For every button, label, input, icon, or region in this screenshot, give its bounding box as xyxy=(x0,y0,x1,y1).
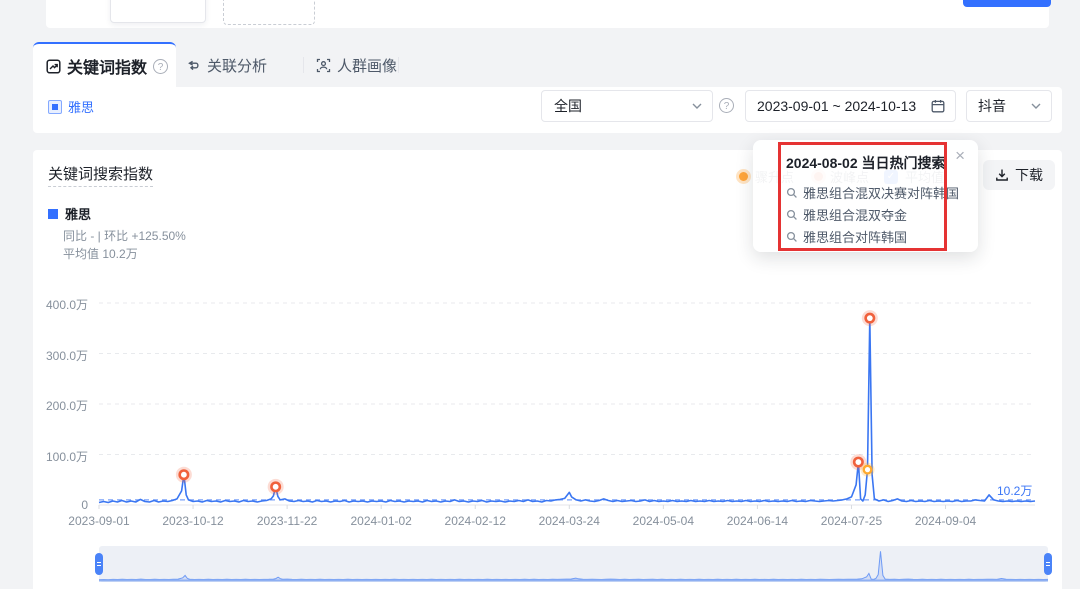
tab-relation-analysis[interactable]: 关联分析 xyxy=(186,42,267,88)
region-select-value: 全国 xyxy=(554,96,582,116)
trend-icon xyxy=(46,59,61,74)
y-axis-label: 400.0万 xyxy=(30,296,88,313)
surge-dot-icon xyxy=(739,172,748,181)
x-axis-label: 2023-11-22 xyxy=(242,514,332,528)
top-select-partial[interactable] xyxy=(110,0,206,23)
series-average: 平均值 10.2万 xyxy=(63,245,138,262)
x-axis-label: 2024-07-25 xyxy=(806,514,896,528)
x-axis-label: 2023-10-12 xyxy=(148,514,238,528)
region-select[interactable]: 全国 xyxy=(541,90,713,122)
tab-keyword-index[interactable]: 关键词指数 ? xyxy=(33,42,176,88)
tab-divider xyxy=(398,57,399,73)
brush-handle-left[interactable] xyxy=(95,553,103,575)
tab-audience-portrait[interactable]: 人群画像 xyxy=(316,42,397,88)
timeline-brush[interactable] xyxy=(99,546,1048,582)
series-legend[interactable]: 雅思 xyxy=(48,204,91,223)
audience-icon xyxy=(316,58,331,73)
keyword-chip[interactable]: 雅思 xyxy=(48,97,94,116)
average-value-label: 10.2万 xyxy=(997,482,1032,499)
brush-minimap xyxy=(99,546,1048,582)
brush-handle-right[interactable] xyxy=(1044,553,1052,575)
series-name: 雅思 xyxy=(65,204,91,223)
brush-line xyxy=(99,551,1048,579)
keyword-chip-label: 雅思 xyxy=(68,97,94,116)
x-axis-label: 2024-03-24 xyxy=(524,514,614,528)
tab-label: 关联分析 xyxy=(207,55,267,76)
y-axis-label: 0 xyxy=(30,498,88,512)
page: 关键词指数 ? 关联分析 人群画像 雅思 全国 ? 2023-09-01 ~ 2… xyxy=(0,0,1080,589)
brush-area xyxy=(99,551,1048,580)
x-axis-label: 2023-09-01 xyxy=(54,514,144,528)
calendar-icon xyxy=(931,99,945,113)
chevron-down-icon xyxy=(692,103,702,109)
platform-select-value: 抖音 xyxy=(978,96,1006,116)
series-color-swatch xyxy=(48,209,58,219)
download-button[interactable]: 下载 xyxy=(983,160,1055,190)
tab-label: 关键词指数 xyxy=(67,54,147,78)
tab-label: 人群画像 xyxy=(337,55,397,76)
x-axis-label: 2024-09-04 xyxy=(901,514,991,528)
x-axis-label: 2024-02-12 xyxy=(430,514,520,528)
download-icon xyxy=(995,168,1009,182)
top-dashed-add-button-partial[interactable] xyxy=(223,0,315,25)
help-icon[interactable]: ? xyxy=(719,98,734,113)
series-comparison: 同比 - | 环比 +125.50% xyxy=(63,227,186,244)
date-range-input[interactable]: 2023-09-01 ~ 2024-10-13 xyxy=(745,90,956,122)
relation-icon xyxy=(186,58,201,73)
chevron-down-icon xyxy=(1031,103,1041,109)
x-axis-label: 2024-05-04 xyxy=(618,514,708,528)
x-axis-label: 2024-01-02 xyxy=(336,514,426,528)
tab-divider xyxy=(303,57,304,73)
chart-title: 关键词搜索指数 xyxy=(48,163,153,187)
primary-action-button[interactable] xyxy=(963,0,1051,7)
y-axis-label: 300.0万 xyxy=(30,347,88,364)
close-icon[interactable]: × xyxy=(955,146,965,166)
x-axis-label: 2024-06-14 xyxy=(712,514,802,528)
platform-select[interactable]: 抖音 xyxy=(966,90,1052,122)
date-range-value: 2023-09-01 ~ 2024-10-13 xyxy=(757,98,916,114)
y-axis-label: 200.0万 xyxy=(30,397,88,414)
annotation-highlight-box xyxy=(778,142,947,251)
download-label: 下载 xyxy=(1015,165,1043,185)
keyword-checkbox[interactable] xyxy=(48,100,62,114)
help-icon[interactable]: ? xyxy=(153,59,168,74)
y-axis-label: 100.0万 xyxy=(30,448,88,465)
